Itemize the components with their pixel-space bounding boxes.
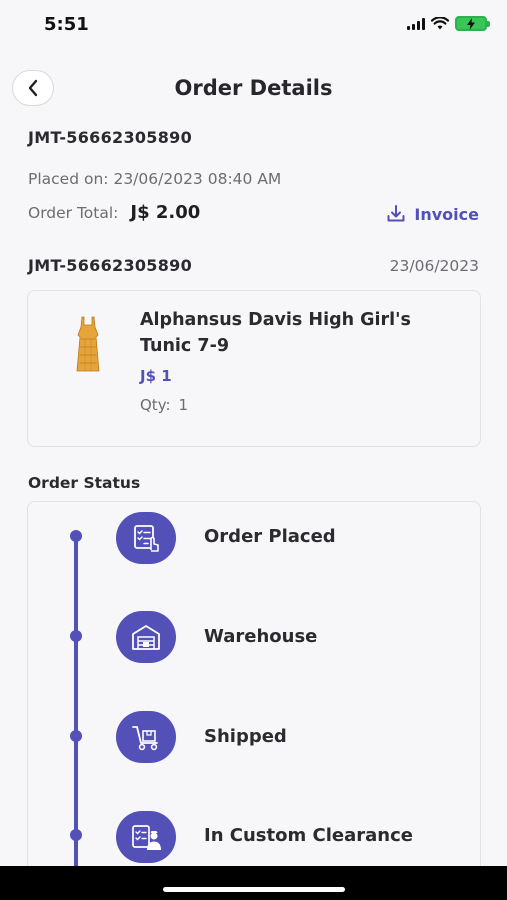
page-title: Order Details — [174, 76, 333, 100]
wifi-icon — [431, 17, 449, 30]
placed-on-label: Placed on: — [28, 170, 109, 188]
home-indicator[interactable] — [163, 887, 345, 892]
product-qty: Qty: 1 — [140, 396, 188, 414]
warehouse-icon — [116, 611, 176, 663]
invoice-label: Invoice — [414, 204, 479, 224]
header: Order Details — [0, 66, 507, 112]
status-icons — [407, 16, 490, 31]
sub-order-date: 23/06/2023 — [389, 257, 479, 275]
order-status-heading: Order Status — [28, 474, 141, 492]
timeline-dot — [70, 829, 82, 841]
order-total-value: J$ 2.00 — [130, 202, 201, 223]
product-card[interactable]: Alphansus Davis High Girl's Tunic 7-9 J$… — [27, 290, 481, 447]
step-label-shipped: Shipped — [204, 726, 287, 747]
order-total: Order Total: J$ 2.00 — [28, 202, 200, 223]
status-time: 5:51 — [44, 14, 89, 35]
product-price: J$ 1 — [140, 367, 172, 385]
order-total-label: Order Total: — [28, 204, 119, 222]
invoice-button[interactable]: Invoice — [386, 204, 479, 224]
timeline-line — [74, 536, 78, 876]
product-name: Alphansus Davis High Girl's Tunic 7-9 — [140, 310, 411, 356]
product-image — [76, 316, 100, 372]
step-label-order-placed: Order Placed — [204, 526, 336, 547]
product-qty-label: Qty: — [140, 396, 171, 414]
order-id: JMT-56662305890 — [28, 128, 193, 147]
sub-order-id: JMT-56662305890 — [28, 256, 193, 275]
product-qty-value: 1 — [178, 396, 189, 414]
step-label-custom-clearance: In Custom Clearance — [204, 825, 413, 846]
timeline-dot — [70, 530, 82, 542]
status-bar: 5:51 — [0, 0, 507, 50]
home-bar — [0, 866, 507, 900]
timeline-dot — [70, 630, 82, 642]
checklist-icon — [116, 512, 176, 564]
download-icon — [387, 205, 405, 222]
battery-charging-icon — [455, 16, 490, 31]
timeline-dot — [70, 730, 82, 742]
customs-icon — [116, 811, 176, 863]
cellular-signal-icon — [407, 17, 425, 30]
placed-on-value: 23/06/2023 08:40 AM — [113, 170, 282, 188]
sub-order-row: JMT-56662305890 23/06/2023 — [28, 256, 479, 275]
hand-truck-icon — [116, 711, 176, 763]
placed-on: Placed on: 23/06/2023 08:40 AM — [28, 170, 281, 188]
step-label-warehouse: Warehouse — [204, 626, 318, 647]
